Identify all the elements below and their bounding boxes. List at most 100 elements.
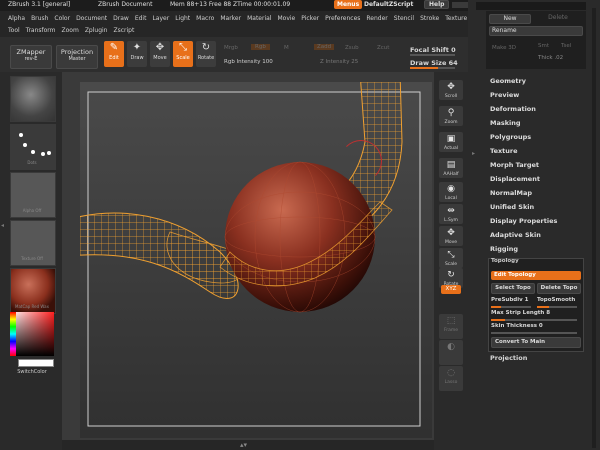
menu2-zoom[interactable]: Zoom — [62, 27, 79, 34]
tray-collapse-left-icon[interactable]: ◂ — [1, 222, 4, 229]
max-strip-track[interactable] — [491, 319, 577, 321]
document-canvas[interactable] — [59, 71, 432, 438]
tray-collapse-right-icon[interactable]: ▸ — [472, 150, 475, 157]
scale-button[interactable]: ⤡ Scale — [173, 41, 193, 67]
shelf-lsym-button[interactable]: ⇹ L.Sym — [439, 204, 463, 224]
delete-topo-button[interactable]: Delete Topo — [537, 283, 581, 294]
menu-picker[interactable]: Picker — [301, 15, 319, 22]
main-color-swatch[interactable] — [18, 359, 54, 367]
presubdiv-slider[interactable]: PreSubdiv 1 — [491, 297, 535, 303]
mrgb-button[interactable]: Mrgb — [224, 45, 238, 51]
z-intensity-label[interactable]: Z Intensity 25 — [320, 59, 358, 65]
section-texture[interactable]: Texture — [490, 144, 600, 158]
m-button[interactable]: M — [284, 45, 289, 51]
section-geometry[interactable]: Geometry — [490, 74, 600, 88]
menu-edit[interactable]: Edit — [135, 15, 147, 22]
shelf-local-button[interactable]: ◉ Local — [439, 182, 463, 202]
presubdiv-track[interactable] — [491, 306, 531, 308]
menu-draw[interactable]: Draw — [113, 15, 129, 22]
make-3d-button[interactable]: Make 3D — [492, 45, 516, 51]
collapse-bottom-icon[interactable]: ▴▾ — [240, 441, 247, 449]
zmapper-button[interactable]: ZMapper rev-E — [10, 45, 52, 69]
edit-button[interactable]: ✎ Edit — [104, 41, 124, 67]
hue-strip[interactable] — [10, 312, 16, 356]
section-polygroups[interactable]: Polygroups — [490, 130, 600, 144]
focal-shift-label[interactable]: Focal Shift 0 — [410, 46, 456, 54]
topo-smooth-track[interactable] — [537, 306, 577, 308]
section-deformation[interactable]: Deformation — [490, 102, 600, 116]
section-morph-target[interactable]: Morph Target — [490, 158, 600, 172]
focal-shift-slider[interactable] — [410, 54, 455, 56]
shelf-ghost-button[interactable]: ◌ Lasso — [439, 366, 463, 391]
menu-marker[interactable]: Marker — [220, 15, 241, 22]
edit-topology-button[interactable]: Edit Topology — [491, 271, 581, 280]
topology-title[interactable]: Topology — [491, 258, 581, 264]
menu-render[interactable]: Render — [366, 15, 387, 22]
projection-master-button[interactable]: Projection Master — [56, 45, 98, 69]
section-displacement[interactable]: Displacement — [490, 172, 600, 186]
section-rigging[interactable]: Rigging — [490, 242, 600, 256]
section-preview[interactable]: Preview — [490, 88, 600, 102]
menu-stencil[interactable]: Stencil — [394, 15, 414, 22]
shelf-frame-button[interactable]: ⬚ Frame — [439, 314, 463, 339]
thick-slider[interactable]: Thick .02 — [538, 55, 563, 61]
section-normalmap[interactable]: NormalMap — [490, 186, 600, 200]
tsel-toggle[interactable]: Tsel — [561, 43, 571, 49]
menu-stroke[interactable]: Stroke — [420, 15, 439, 22]
draw-button[interactable]: ✦ Draw — [127, 41, 147, 67]
shelf-actual-button[interactable]: ▣ Actual — [439, 132, 463, 152]
shelf-scale-button[interactable]: ⤡ Scale — [439, 248, 463, 268]
rgb-button[interactable]: Rgb — [251, 44, 270, 50]
menu-color[interactable]: Color — [54, 15, 70, 22]
delete-button[interactable]: Delete — [538, 14, 578, 22]
rename-button[interactable]: Rename — [489, 26, 583, 36]
section-adaptive-skin[interactable]: Adaptive Skin — [490, 228, 600, 242]
color-picker[interactable] — [10, 312, 54, 356]
rgb-intensity-label[interactable]: Rgb Intensity 100 — [224, 59, 273, 65]
shelf-scroll-button[interactable]: ✥ Scroll — [439, 80, 463, 100]
smt-toggle[interactable]: Smt — [538, 43, 549, 49]
select-topo-button[interactable]: Select Topo — [491, 283, 535, 294]
help-button[interactable]: Help — [424, 0, 450, 9]
menu2-tool[interactable]: Tool — [8, 27, 20, 34]
menu2-zplugin[interactable]: Zplugin — [85, 27, 108, 34]
skin-thickness-slider[interactable]: Skin Thickness 0 — [491, 323, 581, 329]
panel-scrollbar[interactable] — [592, 8, 596, 448]
move-button[interactable]: ✥ Move — [150, 41, 170, 67]
zadd-button[interactable]: Zadd — [314, 44, 335, 50]
menu-movie[interactable]: Movie — [277, 15, 295, 22]
new-button[interactable]: New — [489, 14, 531, 24]
menu-layer[interactable]: Layer — [152, 15, 169, 22]
section-masking[interactable]: Masking — [490, 116, 600, 130]
menu2-transform[interactable]: Transform — [26, 27, 56, 34]
menu2-zscript[interactable]: Zscript — [113, 27, 134, 34]
tool-thumbnail[interactable] — [10, 76, 56, 122]
projection-section[interactable]: Projection — [490, 354, 527, 362]
shelf-zoom-button[interactable]: ⚲ Zoom — [439, 106, 463, 126]
draw-size-label[interactable]: Draw Size 64 — [410, 59, 458, 67]
topo-smooth-slider[interactable]: TopoSmooth — [537, 297, 581, 303]
section-display-properties[interactable]: Display Properties — [490, 214, 600, 228]
default-zscript-button[interactable]: DefaultZScript — [364, 1, 413, 8]
menu-texture[interactable]: Texture — [445, 15, 467, 22]
menus-button[interactable]: Menus — [334, 0, 363, 9]
section-unified-skin[interactable]: Unified Skin — [490, 200, 600, 214]
zsub-button[interactable]: Zsub — [345, 45, 359, 51]
rotate-button[interactable]: ↻ Rotate — [196, 41, 216, 67]
zcut-button[interactable]: Zcut — [377, 45, 389, 51]
menu-macro[interactable]: Macro — [196, 15, 214, 22]
shelf-aahalf-button[interactable]: ▤ AAHalf — [439, 158, 463, 178]
max-strip-length-slider[interactable]: Max Strip Length 8 — [491, 310, 581, 316]
menu-material[interactable]: Material — [247, 15, 271, 22]
draw-size-slider[interactable] — [410, 67, 455, 69]
skin-thickness-track[interactable] — [491, 332, 577, 334]
menu-light[interactable]: Light — [175, 15, 190, 22]
menu-brush[interactable]: Brush — [31, 15, 48, 22]
shelf-move-button[interactable]: ✥ Move — [439, 226, 463, 246]
convert-to-main-button[interactable]: Convert To Main — [491, 337, 581, 348]
shelf-transp-button[interactable]: ◐ — [439, 340, 463, 365]
menu-alpha[interactable]: Alpha — [8, 15, 25, 22]
menu-preferences[interactable]: Preferences — [325, 15, 360, 22]
xyz-button[interactable]: XYZ — [441, 285, 461, 294]
menu-document[interactable]: Document — [76, 15, 107, 22]
